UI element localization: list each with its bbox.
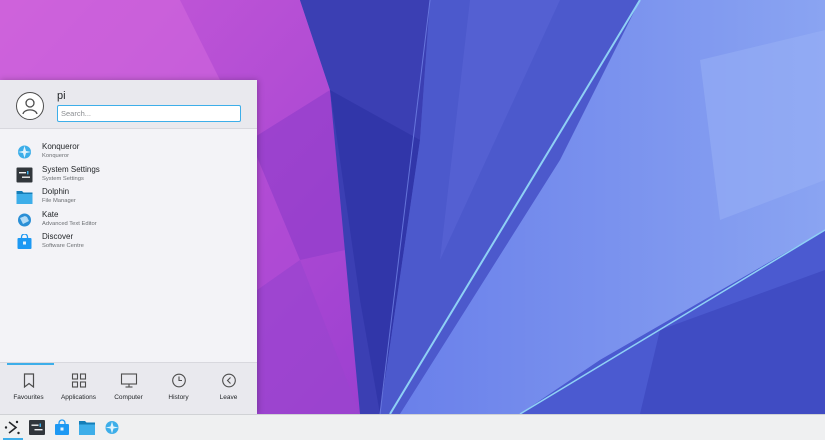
bookmark-icon — [23, 373, 34, 388]
tab-applications[interactable]: Applications — [53, 363, 104, 415]
tab-leave[interactable]: Leave — [203, 363, 254, 415]
dolphin-folder-icon — [16, 191, 33, 204]
monitor-icon — [120, 373, 137, 388]
application-launcher: pi Konqueror Konqueror System Settings S… — [0, 80, 257, 415]
kate-icon — [18, 213, 31, 226]
list-item-kate[interactable]: Kate Advanced Text Editor — [0, 208, 257, 231]
list-item-dolphin[interactable]: Dolphin File Manager — [0, 185, 257, 208]
dolphin-folder-icon — [79, 421, 95, 435]
launcher-header: pi — [0, 80, 257, 129]
list-item-konqueror[interactable]: Konqueror Konqueror — [0, 140, 257, 163]
launcher-icon — [4, 420, 20, 435]
taskbar-konqueror[interactable] — [102, 418, 122, 437]
list-item-system-settings[interactable]: System Settings System Settings — [0, 163, 257, 186]
discover-bag-icon — [55, 419, 69, 435]
konqueror-icon — [18, 145, 31, 159]
taskbar-discover[interactable] — [52, 418, 72, 437]
user-avatar-icon[interactable] — [16, 92, 44, 120]
discover-bag-icon — [17, 234, 32, 249]
clock-icon — [171, 373, 186, 388]
search-input[interactable] — [57, 105, 241, 122]
launcher-tabs: Favourites Applications Computer History… — [0, 362, 257, 415]
grid-icon — [71, 373, 86, 388]
taskbar-dolphin[interactable] — [77, 418, 97, 437]
launcher-button[interactable] — [3, 418, 23, 440]
list-item-discover[interactable]: Discover Software Centre — [0, 230, 257, 253]
user-name: pi — [57, 90, 66, 102]
tab-favourites[interactable]: Favourites — [3, 363, 54, 415]
konqueror-icon — [105, 421, 119, 434]
taskbar-system-settings[interactable] — [27, 418, 47, 437]
tab-history[interactable]: History — [153, 363, 204, 415]
system-settings-icon — [16, 167, 33, 182]
taskbar — [0, 414, 825, 440]
back-arrow-icon — [221, 373, 236, 388]
system-settings-icon — [29, 420, 45, 435]
tab-computer[interactable]: Computer — [103, 363, 154, 415]
favourites-list: Konqueror Konqueror System Settings Syst… — [0, 140, 257, 253]
